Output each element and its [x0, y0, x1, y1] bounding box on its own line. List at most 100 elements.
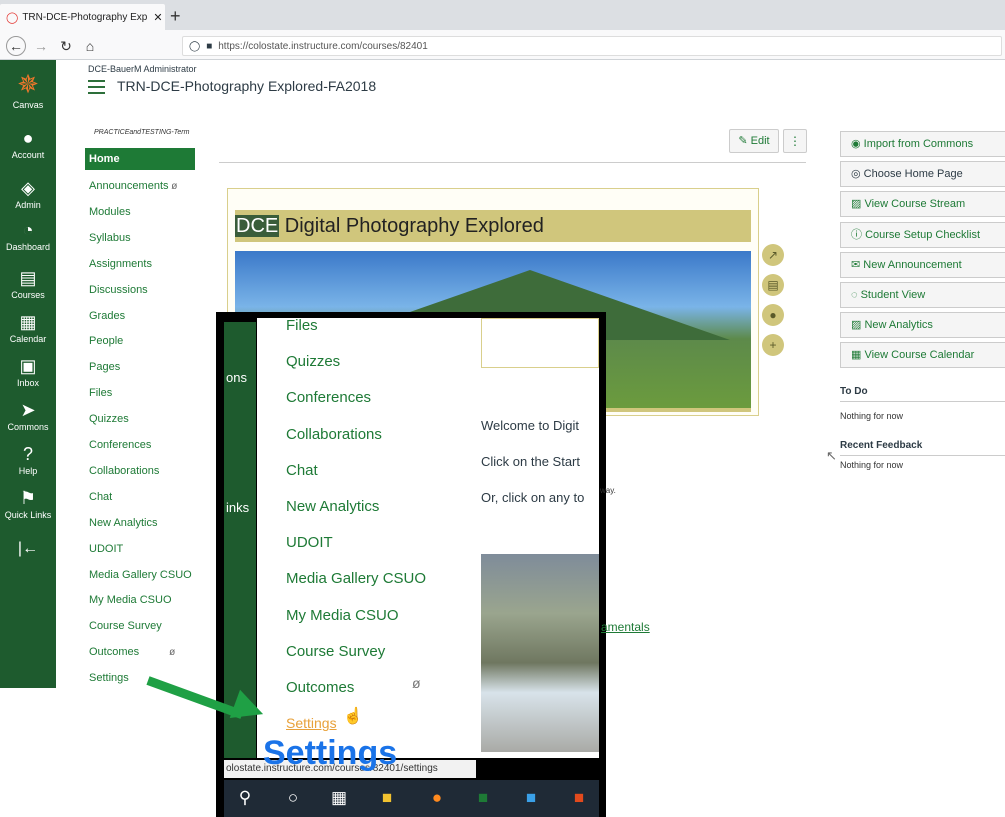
- global-nav-commons[interactable]: ➤ Commons: [0, 400, 56, 432]
- collapse-nav-icon[interactable]: |←: [0, 540, 56, 558]
- sidebar-button-course-setup-checklist[interactable]: ⓘ Course Setup Checklist: [840, 221, 1005, 248]
- course-nav-new-analytics[interactable]: New Analytics: [89, 517, 157, 529]
- course-nav-pages[interactable]: Pages: [89, 361, 120, 373]
- banner-prefix: DCE: [235, 215, 280, 237]
- global-nav-quick-links[interactable]: ⚑ Quick Links: [0, 488, 56, 520]
- sidebar-button-label: Import from Commons: [863, 138, 974, 150]
- global-nav-admin[interactable]: ◈ Admin: [0, 178, 56, 210]
- sidebar-button-view-course-calendar[interactable]: ▦ View Course Calendar: [840, 342, 1005, 369]
- fundamentals-link[interactable]: amentals: [601, 620, 650, 634]
- course-nav-udoit[interactable]: UDOIT: [89, 543, 123, 555]
- zoom-nav-my-media-csuo[interactable]: My Media CSUO: [286, 607, 399, 624]
- home-icon[interactable]: ⌂: [80, 36, 100, 56]
- zoom-nav-course-survey[interactable]: Course Survey: [286, 643, 385, 660]
- global-nav-calendar[interactable]: ▦ Calendar: [0, 312, 56, 344]
- zoom-nav-media-gallery-csuo[interactable]: Media Gallery CSUO: [286, 570, 426, 587]
- lock-icon: ■: [206, 40, 213, 52]
- course-nav-my-media-csuo[interactable]: My Media CSUO: [89, 594, 172, 606]
- sidebar-button-new-analytics[interactable]: ▨ New Analytics: [840, 312, 1005, 339]
- course-nav-outcomes[interactable]: Outcomes ø: [89, 646, 175, 658]
- task-view-icon[interactable]: ▦: [326, 788, 352, 808]
- course-nav-people[interactable]: People: [89, 335, 123, 347]
- people-icon[interactable]: ●: [762, 304, 784, 326]
- term-label: PRACTICEandTESTING-Term: [94, 129, 190, 136]
- firefox-icon[interactable]: ●: [424, 788, 450, 808]
- search-icon[interactable]: ⚲: [232, 788, 258, 808]
- course-nav-files[interactable]: Files: [89, 387, 112, 399]
- course-nav-grades[interactable]: Grades: [89, 310, 125, 322]
- sidebar-button-icon: ✉: [851, 258, 864, 271]
- sidebar-button-icon: ▨: [851, 319, 865, 332]
- global-nav-courses[interactable]: ▤ Courses: [0, 268, 56, 300]
- course-nav-home[interactable]: Home: [85, 148, 195, 170]
- zoom-nav-chat[interactable]: Chat: [286, 462, 318, 479]
- course-nav-label: Quizzes: [89, 413, 129, 426]
- add-icon[interactable]: +: [762, 334, 784, 356]
- back-arrow-icon[interactable]: ←: [6, 36, 26, 56]
- global-nav-dashboard[interactable]: ◔ Dashboard: [0, 220, 56, 252]
- global-nav-help[interactable]: ? Help: [0, 444, 56, 476]
- zoom-nav-outcomes[interactable]: Outcomes: [286, 679, 354, 696]
- cortana-icon[interactable]: ○: [280, 788, 306, 808]
- banner-title-text: Digital Photography Explored: [279, 215, 544, 237]
- tab-close-icon[interactable]: ✕: [151, 11, 165, 24]
- edit-button[interactable]: ✎ Edit: [729, 129, 779, 153]
- course-nav-modules[interactable]: Modules: [89, 206, 131, 218]
- sidebar-button-icon: ◎: [851, 168, 864, 181]
- zoom-nav-udoit[interactable]: UDOIT: [286, 534, 333, 551]
- global-nav-account[interactable]: ● Account: [0, 128, 56, 160]
- sidebar-button-choose-home-page[interactable]: ◎ Choose Home Page: [840, 161, 1005, 188]
- sidebar-button-icon: ▨: [851, 198, 865, 211]
- sidebar-button-import-from-commons[interactable]: ◉ Import from Commons: [840, 131, 1005, 157]
- zoom-nav-files[interactable]: Files: [286, 317, 318, 334]
- browser-tab[interactable]: ◯ TRN-DCE-Photography Exploré ✕: [0, 4, 165, 30]
- global-nav-label: Account: [11, 150, 45, 160]
- course-nav-conferences[interactable]: Conferences: [89, 439, 151, 451]
- excel-icon[interactable]: ■: [470, 788, 496, 808]
- zoom-nav-settings[interactable]: Settings: [286, 715, 337, 731]
- course-nav-label: Announcements: [89, 180, 169, 192]
- page-icon[interactable]: ▤: [762, 274, 784, 296]
- banner-title: DCE Digital Photography Explored: [235, 210, 751, 242]
- global-nav-canvas[interactable]: ✵ Canvas: [0, 70, 56, 110]
- admin-breadcrumb[interactable]: DCE-BauerM Administrator: [88, 64, 197, 74]
- course-nav-label: Settings: [89, 672, 129, 685]
- course-nav-quizzes[interactable]: Quizzes: [89, 413, 129, 425]
- hamburger-menu-icon[interactable]: [88, 80, 105, 94]
- sidebar-button-view-course-stream[interactable]: ▨ View Course Stream: [840, 191, 1005, 218]
- course-nav-syllabus[interactable]: Syllabus: [89, 232, 131, 244]
- course-nav-label: Chat: [89, 490, 113, 503]
- course-nav-discussions[interactable]: Discussions: [89, 284, 148, 296]
- course-nav-course-survey[interactable]: Course Survey: [89, 620, 162, 632]
- app-icon[interactable]: ■: [518, 788, 544, 808]
- courses-icon: ▤: [19, 268, 37, 288]
- zoom-nav-new-analytics[interactable]: New Analytics: [286, 498, 379, 515]
- address-bar[interactable]: ◯ ■ https://colostate.instructure.com/co…: [182, 36, 1002, 56]
- course-nav-assignments[interactable]: Assignments: [89, 258, 152, 270]
- global-nav-label: Help: [18, 466, 38, 476]
- welcome-suffix: way.: [600, 486, 616, 495]
- file-explorer-icon[interactable]: ■: [374, 788, 400, 808]
- course-nav-announcements[interactable]: Announcements ø: [89, 180, 177, 192]
- new-tab-button[interactable]: +: [170, 7, 181, 25]
- sidebar-button-student-view[interactable]: ◌ Student View: [840, 282, 1005, 308]
- share-icon[interactable]: ↗: [762, 244, 784, 266]
- zoom-nav-collaborations[interactable]: Collaborations: [286, 426, 382, 443]
- zoom-nav-conferences[interactable]: Conferences: [286, 389, 371, 406]
- course-nav-settings[interactable]: Settings: [89, 672, 129, 684]
- zoom-nav-quizzes[interactable]: Quizzes: [286, 353, 340, 370]
- course-title[interactable]: TRN-DCE-Photography Explored-FA2018: [117, 78, 376, 94]
- sidebar-button-new-announcement[interactable]: ✉ New Announcement: [840, 251, 1005, 278]
- course-nav-label: Media Gallery CSUO: [89, 568, 192, 581]
- feedback-divider: [840, 455, 1005, 456]
- more-options-button[interactable]: ⋮: [783, 129, 807, 153]
- course-nav-collaborations[interactable]: Collaborations: [89, 465, 159, 477]
- welcome-line-1: Welcome to Digit: [481, 418, 580, 433]
- forward-arrow-icon[interactable]: →: [31, 36, 51, 56]
- reload-icon[interactable]: ↻: [56, 36, 76, 56]
- course-nav-media-gallery-csuo[interactable]: Media Gallery CSUO: [89, 569, 192, 581]
- office-icon[interactable]: ■: [566, 788, 592, 808]
- global-nav-inbox[interactable]: ▣ Inbox: [0, 356, 56, 388]
- sidebar-button-label: View Course Calendar: [864, 349, 975, 362]
- course-nav-chat[interactable]: Chat: [89, 491, 112, 503]
